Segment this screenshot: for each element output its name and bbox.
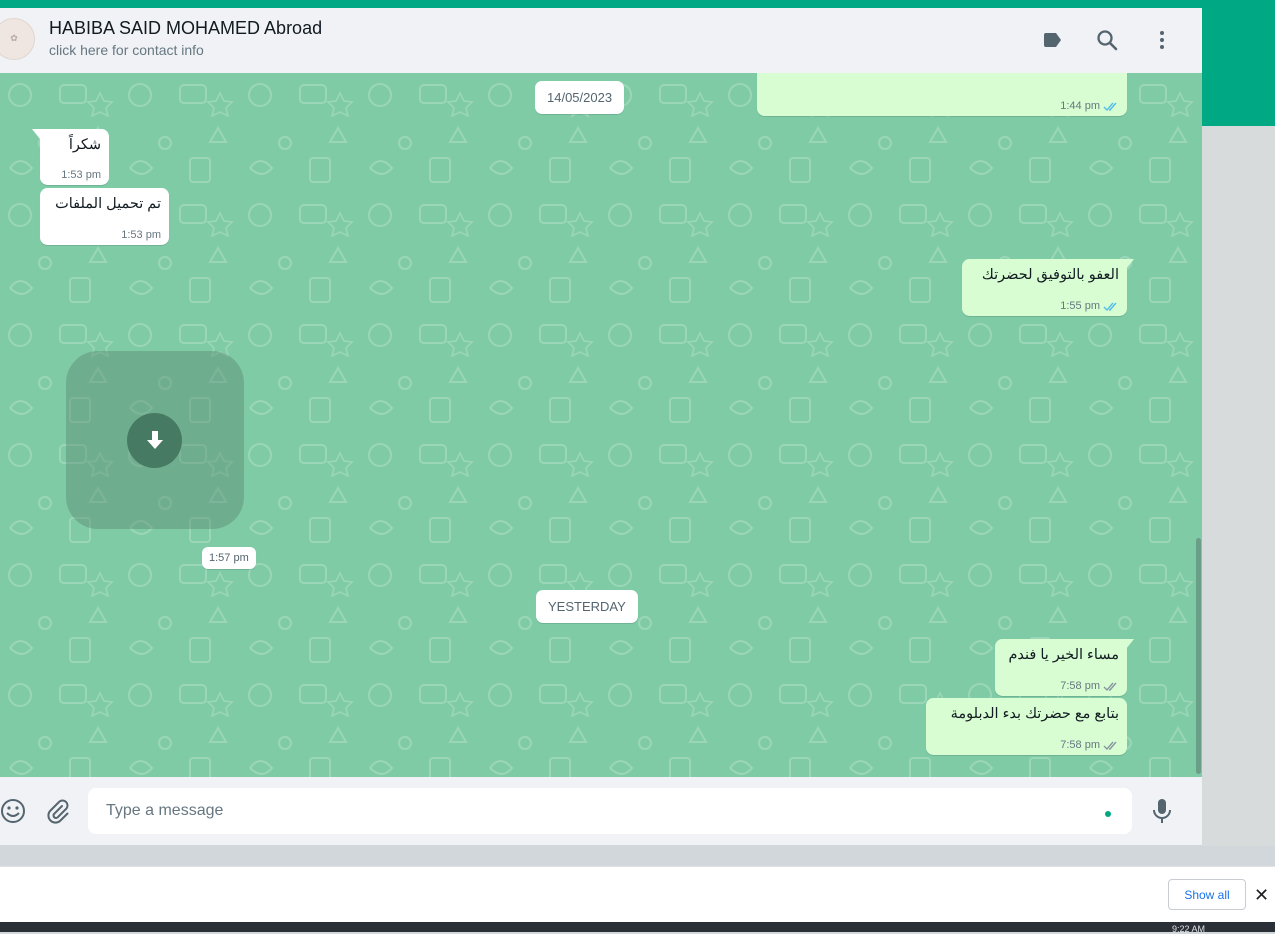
bubble-tail [1126,639,1134,649]
right-background [1202,126,1275,846]
message-bubble-in[interactable]: تم تحميل الملفات 1:53 pm [40,188,169,245]
message-text: العفو بالتوفيق لحضرتك [981,267,1119,283]
date-chip: 14/05/2023 [535,81,625,114]
message-bubble-out[interactable]: مساء الخير يا فندم 7:58 pm [995,639,1127,696]
message-bubble-out[interactable]: العفو بالتوفيق لحضرتك 1:55 pm [962,259,1127,316]
chat-scrollbar[interactable] [1196,538,1201,774]
attach-icon[interactable] [44,797,70,825]
right-accent-block [1202,0,1275,126]
bubble-tail [1126,259,1134,269]
taskbar-clock: 9:22 AM [1172,924,1206,934]
double-check-delivered-icon [1103,741,1117,750]
composer-bar [0,777,1202,845]
bubble-tail [32,129,40,139]
media-time-chip: 1:57 pm [202,547,256,569]
contact-avatar[interactable]: ✿ [0,18,35,60]
download-arrow-icon [146,430,163,449]
contact-info-link[interactable]: click here for contact info [49,42,204,58]
microphone-icon[interactable] [1150,797,1174,825]
message-meta: 7:58 pm [1060,739,1119,751]
emoji-icon[interactable] [0,798,26,824]
show-all-button[interactable]: Show all [1168,879,1246,910]
message-text: مساء الخير يا فندم [1008,647,1119,663]
message-text: بتابع مع حضرتك بدء الدبلومة [950,706,1119,722]
message-bubble-out[interactable]: 1:44 pm [757,73,1127,116]
message-list[interactable]: 1:44 pm 14/05/2023 شكراً 1:53 pm تم تحمي… [0,73,1202,777]
status-dot [1105,811,1111,817]
message-meta: 7:58 pm [1060,680,1119,692]
message-time: 1:53 pm [121,229,161,241]
message-bubble-in[interactable]: شكراً 1:53 pm [40,129,109,185]
close-icon[interactable]: ✕ [1254,885,1269,906]
double-check-read-icon [1103,102,1117,111]
label-icon[interactable] [1039,26,1067,54]
message-text: شكراً [68,137,101,153]
message-time: 1:55 pm [1060,300,1100,312]
message-time: 7:58 pm [1060,739,1100,751]
chat-window: ✿ HABIBA SAID MOHAMED Abroad click here … [0,8,1202,845]
menu-icon[interactable] [1148,26,1176,54]
message-input[interactable] [88,788,1132,834]
top-accent-strip [0,0,1275,8]
taskbar: 9:22 AM [0,922,1275,934]
download-button[interactable] [127,413,182,468]
message-text: تم تحميل الملفات [55,196,161,212]
message-bubble-out[interactable]: بتابع مع حضرتك بدء الدبلومة 7:58 pm [926,698,1127,755]
date-chip: YESTERDAY [536,590,638,623]
search-icon[interactable] [1093,26,1121,54]
message-time: 1:53 pm [61,169,101,181]
message-meta: 1:55 pm [1060,300,1119,312]
contact-name[interactable]: HABIBA SAID MOHAMED Abroad [49,18,322,39]
double-check-read-icon [1103,302,1117,311]
message-meta: 1:44 pm [1060,100,1119,112]
chat-header[interactable]: ✿ HABIBA SAID MOHAMED Abroad click here … [0,8,1202,74]
double-check-delivered-icon [1103,682,1117,691]
download-bar: Show all ✕ [0,866,1275,923]
message-meta: 1:53 pm [61,169,101,181]
message-meta: 1:53 pm [121,229,161,241]
message-time: 1:44 pm [1060,100,1100,112]
message-time: 7:58 pm [1060,680,1100,692]
